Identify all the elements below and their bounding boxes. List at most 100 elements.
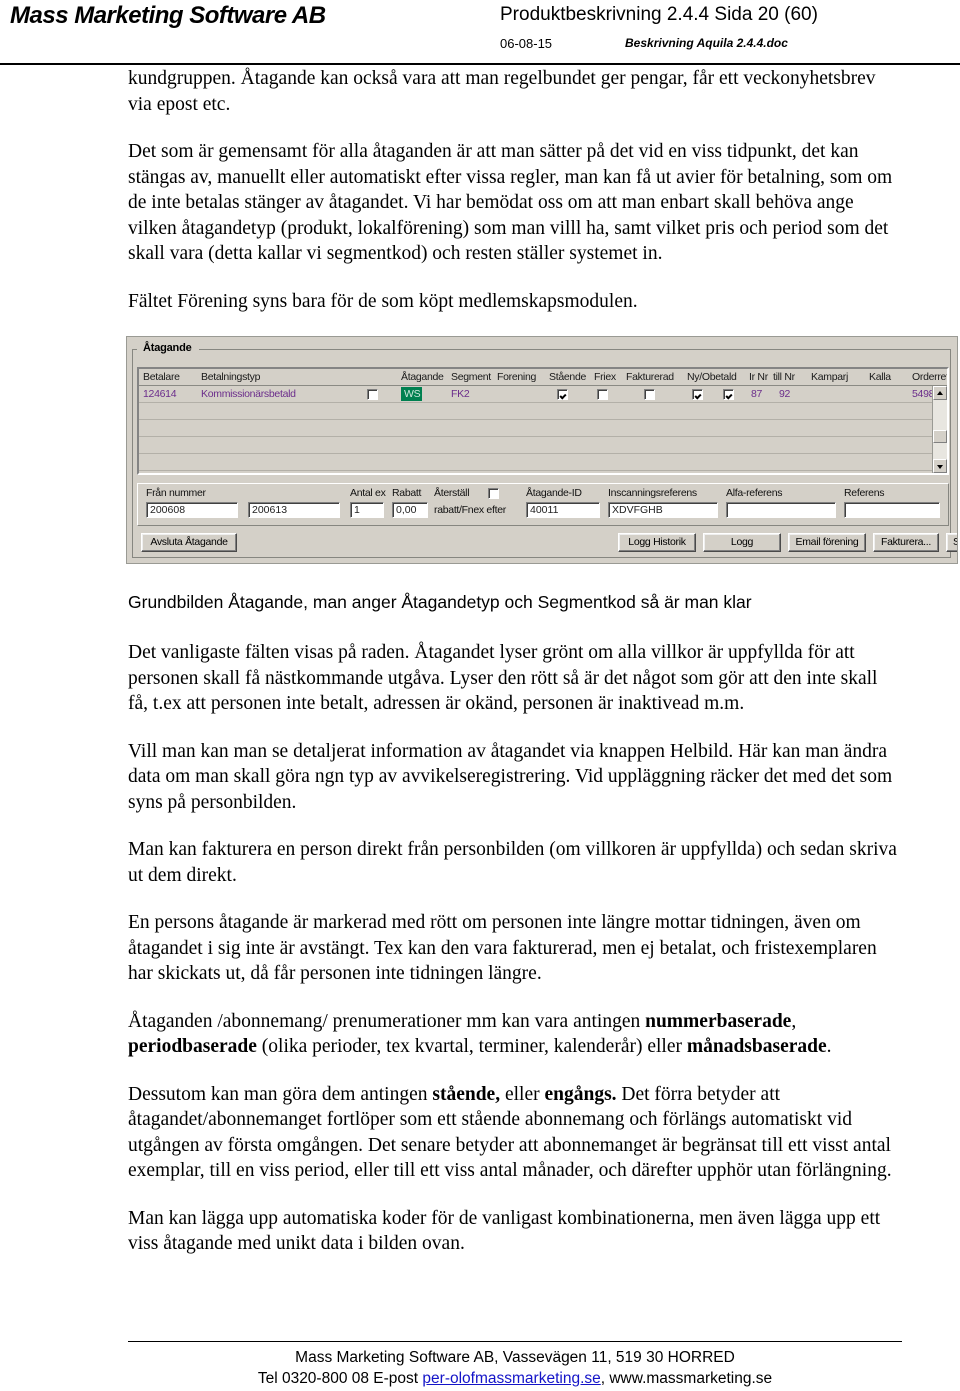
- grid-column-friex[interactable]: Friex: [594, 371, 616, 383]
- footer-website: , www.massmarketing.se: [600, 1370, 773, 1387]
- label-atagande-id: Åtagande-ID: [526, 487, 582, 499]
- cell-checkbox-friex[interactable]: [597, 389, 608, 400]
- p9-text-b: eller: [500, 1083, 545, 1105]
- label-rabatt: Rabatt: [392, 487, 422, 499]
- atagande-data-grid[interactable]: Betalare Betalningstyp Åtagande Segment …: [137, 367, 949, 475]
- cell-till-nr: 92: [779, 388, 791, 400]
- label-antal-ex: Antal ex: [350, 487, 386, 499]
- p9-bold-staende: stående,: [432, 1083, 501, 1105]
- table-row[interactable]: [139, 437, 947, 454]
- p8-text-c: ,: [791, 1010, 797, 1032]
- page-footer: Mass Marketing Software AB, Vassevägen 1…: [0, 1341, 960, 1389]
- p8-text-d: (olika perioder, tex kvartal, terminer, …: [256, 1036, 687, 1057]
- input-alfa-referens[interactable]: [726, 502, 836, 518]
- fakturera-button[interactable]: Fakturera...: [873, 533, 939, 552]
- p9-text-a: Dessutom kan man göra dem antingen: [128, 1083, 433, 1105]
- grid-header-row: Betalare Betalningstyp Åtagande Segment …: [139, 369, 947, 386]
- cell-checkbox-fakturerad[interactable]: [644, 389, 655, 400]
- cell-betalare: 124614: [143, 388, 177, 400]
- grid-column-segment[interactable]: Segment: [451, 371, 491, 383]
- grid-vertical-scrollbar[interactable]: [932, 386, 947, 473]
- figure-caption: Grundbilden Åtagande, man anger Åtagande…: [128, 592, 752, 612]
- paragraph-1: kundgruppen. Åtagande kan också vara att…: [128, 68, 876, 115]
- document-content: kundgruppen. Åtagande kan också vara att…: [0, 66, 960, 1257]
- paragraph-9: Dessutom kan man göra dem antingen ståen…: [128, 1082, 902, 1184]
- scroll-up-button[interactable]: [933, 386, 947, 400]
- footer-phone-label: Tel 0320-800 08 E-post: [257, 1370, 423, 1387]
- cell-checkbox-ny[interactable]: [692, 389, 703, 400]
- header-document-title: Produktbeskrivning 2.4.4 Sida 20 (60): [500, 4, 818, 25]
- input-till-nummer[interactable]: 200613: [248, 502, 340, 518]
- paragraph-4: Det vanligaste fälten visas på raden. Åt…: [128, 642, 878, 714]
- grid-column-betalningstyp[interactable]: Betalningstyp: [201, 371, 260, 383]
- header-date: 06-08-15: [500, 36, 553, 51]
- chevron-down-icon: [937, 465, 943, 469]
- input-fran-nummer[interactable]: 200608: [146, 502, 238, 518]
- cell-ir-nr: 87: [751, 388, 763, 400]
- p8-bold-manadsbaserade: månadsbaserade: [686, 1036, 827, 1057]
- grid-column-kalla[interactable]: Kalla: [869, 371, 891, 383]
- label-rabatt-fnex-efter: rabatt/Fnex efter: [434, 504, 506, 516]
- grid-body: 124614 Kommissionärsbetald WS FK2 87 92 …: [139, 386, 947, 471]
- table-row[interactable]: [139, 403, 947, 420]
- avsluta-atagande-button[interactable]: Avsluta Åtagande: [141, 533, 237, 552]
- grid-column-forening[interactable]: Forening: [497, 371, 536, 383]
- p9-bold-engangs: engångs.: [544, 1083, 617, 1105]
- p8-text-a: Åtaganden /abonnemang/ prenumerationer m…: [128, 1010, 646, 1032]
- header-company-name: Mass Marketing Software AB: [10, 2, 326, 29]
- input-inscanningsreferens[interactable]: XDVFGHB: [608, 502, 718, 518]
- paragraph-2: Det som är gemensamt för alla åtaganden …: [128, 141, 893, 264]
- grid-column-betalare[interactable]: Betalare: [143, 371, 180, 383]
- skriv-ut-avi-button[interactable]: Skrift ut avi...: [946, 533, 957, 552]
- grid-column-ny-obetald[interactable]: Ny/Obetald: [687, 371, 737, 383]
- label-alfa-referens: Alfa-referens: [726, 487, 783, 499]
- grid-column-kamparj[interactable]: Kamparj: [811, 371, 848, 383]
- grid-column-staende[interactable]: Stående: [549, 371, 586, 383]
- footer-contact: Tel 0320-800 08 E-post per-olofmassmarke…: [128, 1368, 902, 1389]
- checkbox-aterstall[interactable]: [488, 488, 499, 499]
- grid-column-atagande[interactable]: Åtagande: [401, 371, 444, 383]
- cell-segment: FK2: [451, 388, 470, 400]
- label-fran-nummer: Från nummer: [146, 487, 206, 499]
- p8-bold-nummerbaserade: nummerbaserade: [645, 1010, 792, 1032]
- grid-column-ir-nr[interactable]: Ir Nr: [749, 371, 768, 383]
- atagande-fields-panel: Från nummer 200608 200613 Antal ex 1 Rab…: [137, 483, 949, 526]
- grid-column-fakturerad[interactable]: Fakturerad: [626, 371, 674, 383]
- group-box-title: Åtagande: [139, 342, 196, 354]
- cell-checkbox-obetald[interactable]: [723, 389, 734, 400]
- p8-text-e: .: [826, 1036, 832, 1057]
- footer-divider: [128, 1341, 902, 1342]
- logg-button[interactable]: Logg: [703, 533, 781, 552]
- paragraph-7: En persons åtagande är markerad med rött…: [128, 912, 877, 984]
- paragraph-5: Vill man kan man se detaljerat informati…: [128, 740, 893, 813]
- label-inscanningsreferens: Inscanningsreferens: [608, 487, 697, 499]
- table-row[interactable]: [139, 454, 947, 471]
- footer-email-link[interactable]: per-olofmassmarketing.se: [422, 1370, 600, 1387]
- cell-checkbox-staende[interactable]: [557, 389, 568, 400]
- scroll-down-button[interactable]: [933, 459, 947, 473]
- cell-betalningstyp: Kommissionärsbetald: [201, 388, 296, 400]
- input-rabatt[interactable]: 0,00: [392, 502, 428, 518]
- chevron-up-icon: [937, 391, 943, 395]
- label-referens: Referens: [844, 487, 885, 499]
- table-row[interactable]: [139, 420, 947, 437]
- input-atagande-id[interactable]: 40011: [526, 502, 600, 518]
- paragraph-10: Man kan lägga upp automatiska koder för …: [128, 1207, 881, 1255]
- grid-column-orderreferens[interactable]: Orderreferens: [912, 371, 947, 383]
- scrollbar-thumb[interactable]: [933, 430, 947, 443]
- cell-atagande: WS: [401, 387, 423, 401]
- table-row[interactable]: 124614 Kommissionärsbetald WS FK2 87 92 …: [139, 386, 947, 403]
- p8-bold-periodbaserade: periodbaserade: [128, 1036, 257, 1057]
- application-screenshot-atagande: Åtagande Betalare Betalningstyp Åtagande…: [126, 336, 958, 564]
- header-divider: [0, 63, 960, 65]
- email-forening-button[interactable]: Email förening: [788, 533, 866, 552]
- paragraph-3: Fältet Förening syns bara för de som köp…: [128, 290, 638, 312]
- page-header: Mass Marketing Software AB Produktbeskri…: [0, 0, 960, 66]
- logg-historik-button[interactable]: Logg Historik: [618, 533, 696, 552]
- input-antal-ex[interactable]: 1: [350, 502, 384, 518]
- header-document-filename: Beskrivning Aquila 2.4.4.doc: [625, 36, 788, 50]
- paragraph-8: Åtaganden /abonnemang/ prenumerationer m…: [128, 1009, 902, 1060]
- cell-checkbox-betalningstyp[interactable]: [367, 389, 378, 400]
- input-referens[interactable]: [844, 502, 940, 518]
- grid-column-till-nr[interactable]: till Nr: [773, 371, 795, 383]
